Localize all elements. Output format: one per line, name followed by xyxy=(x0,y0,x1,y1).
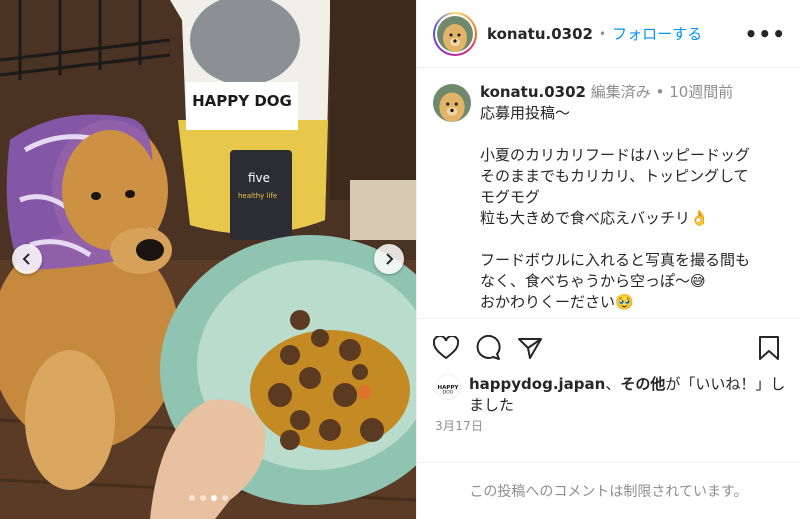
post-header: konatu.0302 • フォローする ••• xyxy=(417,0,800,68)
comment-button[interactable] xyxy=(475,334,501,361)
author-avatar xyxy=(437,15,473,52)
caption-line: モグモグ xyxy=(480,188,541,206)
follow-button[interactable]: フォローする xyxy=(612,23,702,44)
caption-line: そのままでもカリカリ、トッピングして xyxy=(480,167,749,185)
more-options-button[interactable]: ••• xyxy=(745,22,786,46)
share-button[interactable] xyxy=(517,336,543,360)
save-button[interactable] xyxy=(758,335,780,361)
carousel-indicator xyxy=(0,495,416,501)
likes-others-link[interactable]: その他 xyxy=(620,375,665,393)
post-media[interactable]: HAPPY DOG five healthy life xyxy=(0,0,416,519)
bag-brand: HAPPY DOG xyxy=(192,92,292,110)
post-time: 10週間前 xyxy=(669,83,734,101)
chevron-right-icon xyxy=(386,253,394,265)
comment-icon xyxy=(476,334,501,360)
likes-text: happydog.japan、その他が「いいね！」しました xyxy=(469,374,786,416)
bag-label-five: five xyxy=(248,171,270,185)
likes-mid-text: 、 xyxy=(605,375,621,393)
chevron-left-icon xyxy=(22,253,30,265)
comments-restricted-notice: この投稿へのコメントは制限されています。 xyxy=(417,462,800,519)
svg-text:DOG: DOG xyxy=(443,389,454,395)
bag-label-healthy: healthy life xyxy=(238,192,277,200)
post-date[interactable]: 3月17日 xyxy=(435,417,483,434)
carousel-dot xyxy=(188,495,195,501)
author-avatar-ring[interactable] xyxy=(433,11,477,56)
caption-line: フードボウルに入れると写真を撮る間も xyxy=(480,251,751,269)
carousel-dot-active xyxy=(210,495,217,501)
post-photo: HAPPY DOG five healthy life xyxy=(0,0,416,519)
heart-icon xyxy=(433,335,459,359)
share-icon xyxy=(518,337,542,359)
post-side-panel: konatu.0302 • フォローする ••• konatu.0302 編集済… xyxy=(416,0,800,519)
carousel-next-button[interactable] xyxy=(374,244,404,274)
like-button[interactable] xyxy=(433,335,459,360)
caption-author-avatar[interactable] xyxy=(433,84,471,122)
carousel-dot xyxy=(199,495,206,501)
carousel-dot xyxy=(221,495,228,501)
caption-separator: • xyxy=(655,83,665,101)
edited-label: 編集済み xyxy=(590,83,651,101)
caption-area: konatu.0302 編集済み • 10週間前 応募用投稿〜小夏のカリカリフー… xyxy=(417,68,800,316)
caption-line: 粒も大きめで食べ応えバッチリ👌 xyxy=(480,209,709,227)
carousel-prev-button[interactable] xyxy=(12,244,42,274)
caption-text: konatu.0302 編集済み • 10週間前 応募用投稿〜小夏のカリカリフー… xyxy=(480,82,750,316)
post-modal: HAPPY DOG five healthy life konatu.0302 … xyxy=(0,0,800,519)
liker-username[interactable]: happydog.japan xyxy=(469,375,605,393)
bookmark-icon xyxy=(759,335,779,360)
header-separator: • xyxy=(598,26,607,41)
caption-username[interactable]: konatu.0302 xyxy=(480,83,586,101)
caption-line: 応募用投稿〜 xyxy=(480,104,571,122)
likes-summary: HAPPY DOG happydog.japan、その他が「いいね！」しました xyxy=(435,374,786,416)
author-username[interactable]: konatu.0302 xyxy=(487,25,593,43)
liker-avatar[interactable]: HAPPY DOG xyxy=(435,374,461,400)
caption-line: 小夏のカリカリフードはハッピードッグ xyxy=(480,146,751,164)
caption-line: おかわりくーださい🥹 xyxy=(480,293,634,311)
action-bar xyxy=(417,318,800,376)
caption-line: なく、食べちゃうから空っぽ〜😅 xyxy=(480,272,706,290)
